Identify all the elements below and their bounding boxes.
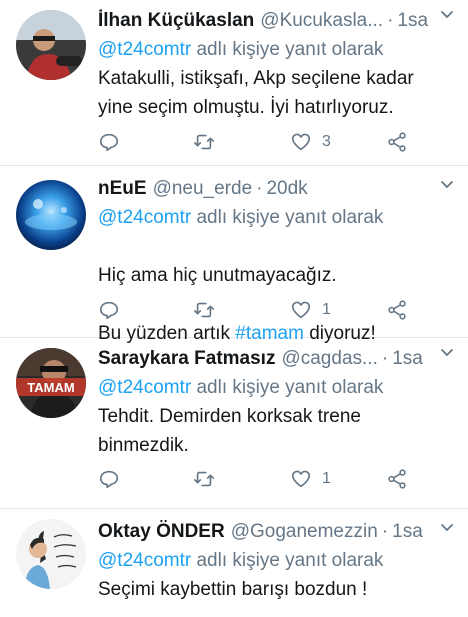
- reply-context: @t24comtr adlı kişiye yanıt olarak: [98, 547, 468, 575]
- separator-dot: ·: [256, 178, 263, 199]
- user-handle[interactable]: @cagdas...: [281, 344, 377, 374]
- tweet-text: Tehdit. Demirden korksak trene binmezdik…: [98, 406, 361, 456]
- share-button[interactable]: [386, 131, 408, 153]
- heart-icon: [291, 133, 311, 151]
- tweet-text: Katakulli, istikşafı, Akp seçilene kadar…: [98, 68, 414, 118]
- timestamp[interactable]: 1sa: [392, 517, 423, 547]
- retweet-icon: [194, 134, 214, 150]
- tamam-portrait-icon: TAMAM: [16, 348, 86, 418]
- display-name[interactable]: nEuE: [98, 174, 147, 204]
- timestamp[interactable]: 1sa: [392, 344, 423, 374]
- mention-link[interactable]: @t24comtr: [98, 550, 191, 571]
- reply-context: @t24comtr adlı kişiye yanıt olarak: [98, 204, 468, 232]
- reply-context: @t24comtr adlı kişiye yanıt olarak: [98, 374, 468, 402]
- mention-link[interactable]: @t24comtr: [98, 39, 191, 60]
- tweet-header: Saraykara Fatmasız @cagdas... · 1sa: [98, 344, 468, 374]
- heart-icon: [291, 301, 311, 319]
- handwritten-sign-portrait-icon: [16, 519, 86, 589]
- retweet-button[interactable]: [193, 299, 215, 321]
- tweet-text-line: Hiç ama hiç unutmayacağız.: [98, 265, 337, 286]
- user-handle[interactable]: @neu_erde: [153, 174, 253, 204]
- reply-icon: [99, 133, 119, 152]
- avatar[interactable]: [16, 519, 86, 589]
- share-icon: [388, 132, 406, 152]
- reply-context-label: adlı kişiye yanıt olarak: [191, 39, 384, 60]
- driver-photo-icon: [16, 10, 86, 80]
- share-button[interactable]: [386, 468, 408, 490]
- share-button[interactable]: [386, 299, 408, 321]
- like-button[interactable]: 1: [290, 299, 331, 321]
- chevron-down-icon[interactable]: [440, 180, 454, 190]
- display-name[interactable]: Saraykara Fatmasız: [98, 344, 275, 374]
- timestamp[interactable]: 20dk: [266, 174, 307, 204]
- mention-link[interactable]: @t24comtr: [98, 207, 191, 228]
- chevron-down-icon[interactable]: [440, 10, 454, 20]
- reply-context-label: adlı kişiye yanıt olarak: [191, 550, 384, 571]
- tweet-timeline: İlhan Küçükaslan @Kucukasla... · 1sa @t2…: [0, 0, 468, 617]
- reply-icon: [99, 301, 119, 320]
- tweet-4[interactable]: Oktay ÖNDER @Goganemezzin · 1sa @t24comt…: [0, 509, 468, 617]
- retweet-button[interactable]: [193, 131, 215, 153]
- reply-icon: [99, 470, 119, 489]
- tweet-3[interactable]: TAMAM Saraykara Fatmasız @cagdas... · 1s…: [0, 338, 468, 509]
- reply-button[interactable]: [98, 299, 120, 321]
- share-icon: [388, 300, 406, 320]
- tweet-header: nEuE @neu_erde · 20dk: [98, 174, 468, 204]
- display-name[interactable]: Oktay ÖNDER: [98, 517, 225, 547]
- like-count: 1: [322, 470, 331, 487]
- separator-dot: ·: [381, 348, 389, 369]
- avatar[interactable]: TAMAM: [16, 348, 86, 418]
- tweet-2[interactable]: nEuE @neu_erde · 20dk @t24comtr adlı kiş…: [0, 166, 468, 344]
- share-icon: [388, 469, 406, 489]
- tweet-actions: 1: [98, 299, 468, 325]
- reply-context: @t24comtr adlı kişiye yanıt olarak: [98, 36, 468, 64]
- tweet-header: İlhan Küçükaslan @Kucukasla... · 1sa: [98, 6, 468, 36]
- retweet-icon: [194, 471, 214, 487]
- avatar-caption: TAMAM: [27, 380, 74, 395]
- retweet-button[interactable]: [193, 468, 215, 490]
- tweet-text: Seçimi kaybettin barışı bozdun !: [98, 579, 368, 600]
- separator-dot: ·: [387, 10, 394, 31]
- retweet-icon: [194, 302, 214, 318]
- user-handle[interactable]: @Goganemezzin: [231, 517, 378, 547]
- tweet-header: Oktay ÖNDER @Goganemezzin · 1sa: [98, 517, 468, 547]
- reply-button[interactable]: [98, 468, 120, 490]
- like-count: 1: [322, 301, 331, 318]
- timestamp[interactable]: 1sa: [397, 6, 428, 36]
- chevron-down-icon[interactable]: [440, 348, 454, 358]
- mention-link[interactable]: @t24comtr: [98, 377, 191, 398]
- like-count: 3: [322, 133, 331, 150]
- tweet-actions: 3: [98, 131, 468, 157]
- separator-dot: ·: [381, 521, 389, 542]
- reply-context-label: adlı kişiye yanıt olarak: [191, 207, 384, 228]
- tweet-actions: 1: [98, 468, 468, 494]
- chevron-down-icon[interactable]: [440, 523, 454, 533]
- user-handle[interactable]: @Kucukasla...: [260, 6, 383, 36]
- like-button[interactable]: 1: [290, 468, 331, 490]
- avatar[interactable]: [16, 180, 86, 250]
- tweet-1[interactable]: İlhan Küçükaslan @Kucukasla... · 1sa @t2…: [0, 0, 468, 166]
- display-name[interactable]: İlhan Küçükaslan: [98, 6, 254, 36]
- blue-planet-image-icon: [16, 180, 86, 250]
- reply-context-label: adlı kişiye yanıt olarak: [191, 377, 384, 398]
- like-button[interactable]: 3: [290, 131, 331, 153]
- heart-icon: [291, 470, 311, 488]
- reply-button[interactable]: [98, 131, 120, 153]
- avatar[interactable]: [16, 10, 86, 80]
